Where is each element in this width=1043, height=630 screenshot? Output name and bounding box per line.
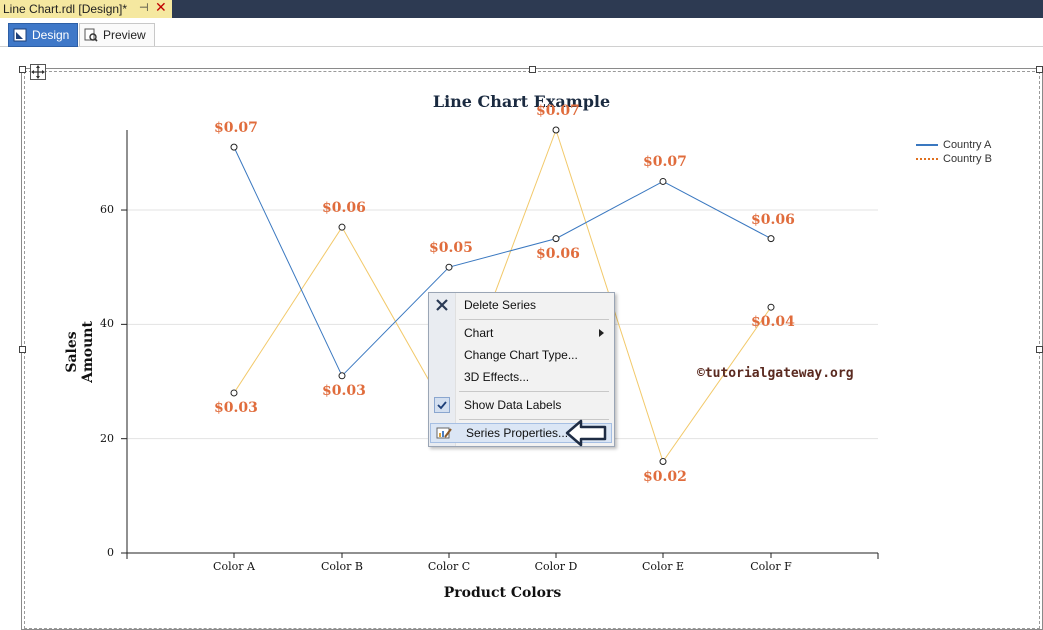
- y-tick-label: 40: [100, 317, 114, 331]
- data-point-marker[interactable]: [445, 263, 453, 271]
- legend-label: Country B: [943, 153, 992, 165]
- menu-item-change-chart-type[interactable]: Change Chart Type...: [429, 345, 614, 365]
- x-tick-label: Color E: [642, 560, 684, 573]
- data-point-marker[interactable]: [659, 177, 667, 185]
- menu-separator: [459, 319, 609, 320]
- menu-item-3d-effects[interactable]: 3D Effects...: [429, 367, 614, 387]
- data-point-marker[interactable]: [230, 143, 238, 151]
- menu-item-label: Change Chart Type...: [464, 348, 578, 362]
- legend-entry-country-b: Country B: [916, 152, 992, 166]
- checkmark-icon: [434, 397, 450, 413]
- submenu-arrow-icon: [599, 329, 604, 337]
- x-tick-label: Color F: [750, 560, 792, 573]
- menu-item-label: Show Data Labels: [464, 398, 562, 412]
- x-tick-label: Color D: [534, 560, 578, 573]
- data-label: $0.04: [751, 314, 795, 331]
- menu-item-label: Chart: [464, 326, 494, 340]
- data-point-marker[interactable]: [338, 372, 346, 380]
- legend-swatch: [916, 144, 938, 146]
- y-tick-label: 20: [100, 431, 114, 445]
- menu-item-delete-series[interactable]: Delete Series: [429, 295, 614, 315]
- menu-item-label: 3D Effects...: [464, 370, 530, 384]
- delete-icon: [434, 297, 450, 313]
- x-axis-title: Product Colors: [443, 585, 562, 601]
- menu-item-show-data-labels[interactable]: Show Data Labels: [429, 395, 614, 415]
- y-tick-label: 60: [100, 203, 114, 217]
- data-point-marker[interactable]: [230, 389, 238, 397]
- data-label: $0.06: [536, 245, 580, 262]
- menu-item-label: Series Properties...: [466, 426, 569, 440]
- legend-entry-country-a: Country A: [916, 138, 992, 152]
- x-tick-label: Color A: [213, 560, 255, 573]
- data-label: $0.06: [322, 200, 366, 217]
- data-label: $0.03: [214, 399, 258, 416]
- data-point-marker[interactable]: [552, 235, 560, 243]
- data-label: $0.02: [643, 468, 687, 485]
- legend-swatch: [916, 158, 938, 160]
- data-label: $0.05: [429, 240, 473, 257]
- pointer-arrow-icon: [565, 419, 607, 447]
- menu-item-chart[interactable]: Chart: [429, 323, 614, 343]
- data-label: $0.03: [322, 382, 366, 399]
- menu-item-label: Delete Series: [464, 298, 537, 312]
- chart-legend[interactable]: Country A Country B: [916, 138, 992, 166]
- series-properties-icon: [436, 425, 452, 441]
- data-point-marker[interactable]: [767, 303, 775, 311]
- data-label: $0.06: [751, 211, 795, 228]
- menu-separator: [459, 391, 609, 392]
- data-label: $0.07: [536, 103, 580, 119]
- x-tick-label: Color C: [427, 560, 471, 573]
- legend-label: Country A: [943, 139, 992, 151]
- data-point-marker[interactable]: [767, 235, 775, 243]
- data-point-marker[interactable]: [659, 458, 667, 466]
- data-point-marker[interactable]: [338, 223, 346, 231]
- y-tick-label: 0: [107, 546, 114, 559]
- data-label: $0.07: [214, 120, 258, 137]
- watermark-text: ©tutorialgateway.org: [697, 366, 854, 381]
- data-label: $0.07: [643, 154, 687, 171]
- x-tick-label: Color B: [320, 560, 364, 573]
- data-point-marker[interactable]: [552, 126, 560, 134]
